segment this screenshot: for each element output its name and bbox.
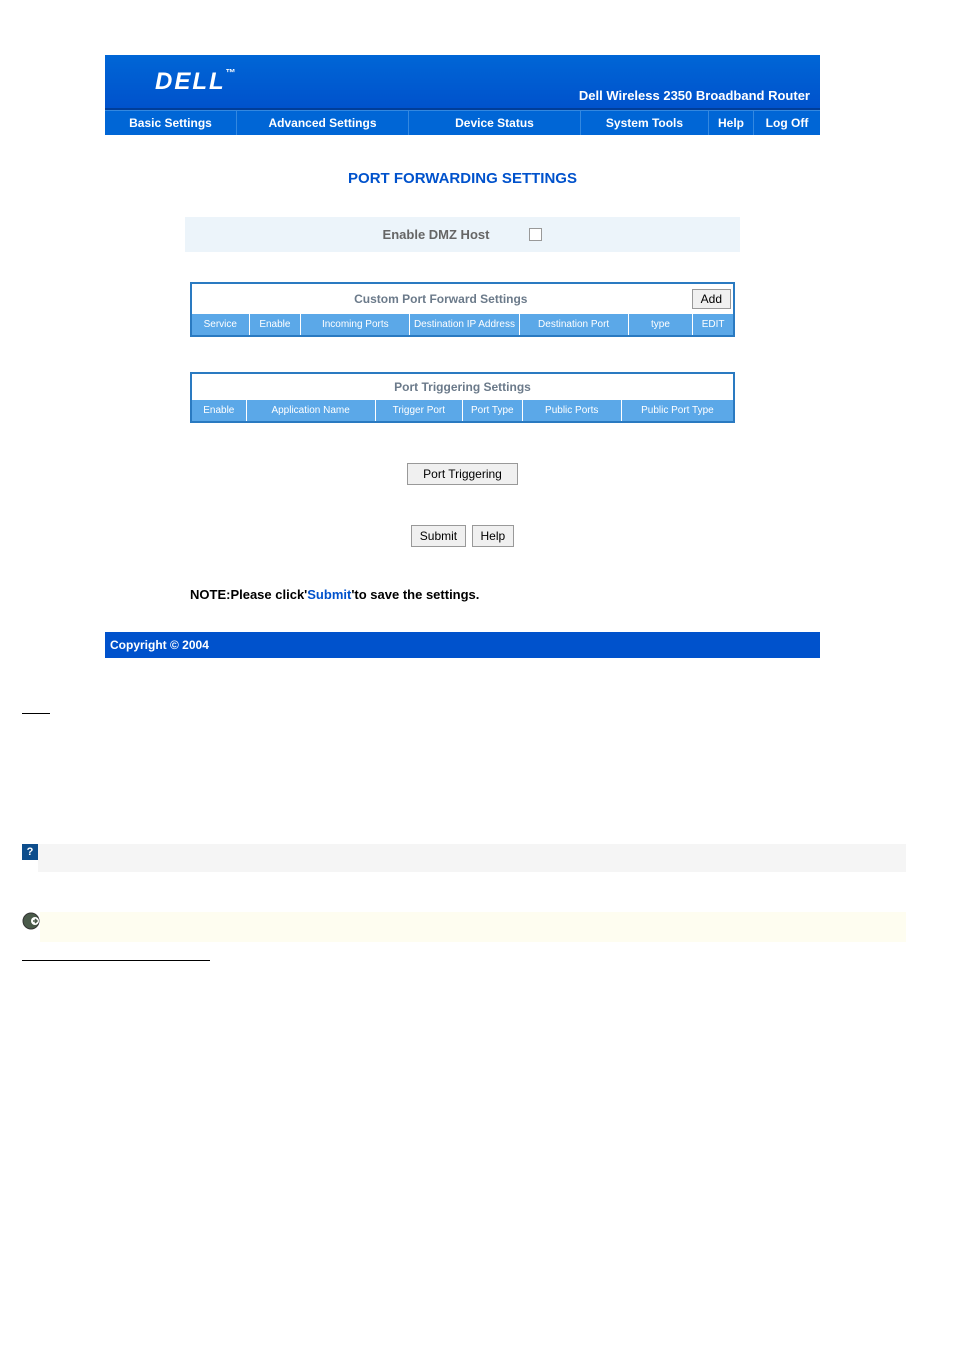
pt-col-app-name: Application Name (247, 400, 376, 421)
pt-col-trigger-port: Trigger Port (376, 400, 463, 421)
underline-1 (22, 713, 50, 714)
pt-col-public-port-type: Public Port Type (622, 400, 733, 421)
cpf-title: Custom Port Forward Settings (192, 284, 690, 314)
cpf-col-incoming-ports: Incoming Ports (301, 314, 410, 335)
nav-bar: Basic Settings Advanced Settings Device … (105, 110, 820, 135)
help-button[interactable]: Help (472, 525, 515, 547)
notice-icon (22, 912, 40, 930)
cpf-col-service: Service (192, 314, 250, 335)
cpf-col-destination-port: Destination Port (520, 314, 629, 335)
pt-col-public-ports: Public Ports (523, 400, 622, 421)
info-note-box: ? (22, 844, 906, 872)
footer-copyright: Copyright © 2004 (105, 632, 820, 658)
product-name: Dell Wireless 2350 Broadband Router (579, 88, 810, 108)
pt-col-port-type: Port Type (463, 400, 523, 421)
dmz-label: Enable DMZ Host (383, 227, 490, 242)
dell-logo: DELL™ (155, 68, 238, 96)
port-triggering-table: Port Triggering Settings Enable Applicat… (190, 372, 735, 423)
nav-system-tools[interactable]: System Tools (581, 111, 709, 135)
note-text: NOTE:Please click'Submit'to save the set… (190, 587, 820, 602)
cpf-col-edit: EDIT (693, 314, 733, 335)
submit-button[interactable]: Submit (411, 525, 466, 547)
page-title: PORT FORWARDING SETTINGS (105, 170, 820, 187)
dmz-checkbox[interactable] (529, 228, 542, 241)
cpf-col-destination-ip: Destination IP Address (410, 314, 519, 335)
nav-log-off[interactable]: Log Off (754, 111, 820, 135)
header-bar: DELL™ Dell Wireless 2350 Broadband Route… (105, 55, 820, 110)
port-triggering-button[interactable]: Port Triggering (407, 463, 518, 485)
add-button[interactable]: Add (692, 289, 731, 309)
nav-device-status[interactable]: Device Status (409, 111, 581, 135)
pt-col-enable: Enable (192, 400, 247, 421)
cpf-col-type: type (629, 314, 694, 335)
pt-title: Port Triggering Settings (192, 374, 733, 400)
nav-advanced-settings[interactable]: Advanced Settings (237, 111, 409, 135)
notice-content (40, 912, 906, 942)
underline-2 (22, 960, 210, 961)
notice-box (22, 912, 906, 942)
cpf-col-enable: Enable (250, 314, 302, 335)
custom-port-forward-table: Custom Port Forward Settings Add Service… (190, 282, 735, 337)
dmz-section: Enable DMZ Host (185, 217, 740, 252)
info-note-content (38, 844, 906, 872)
question-icon: ? (22, 844, 38, 860)
nav-help[interactable]: Help (709, 111, 754, 135)
nav-basic-settings[interactable]: Basic Settings (105, 111, 237, 135)
